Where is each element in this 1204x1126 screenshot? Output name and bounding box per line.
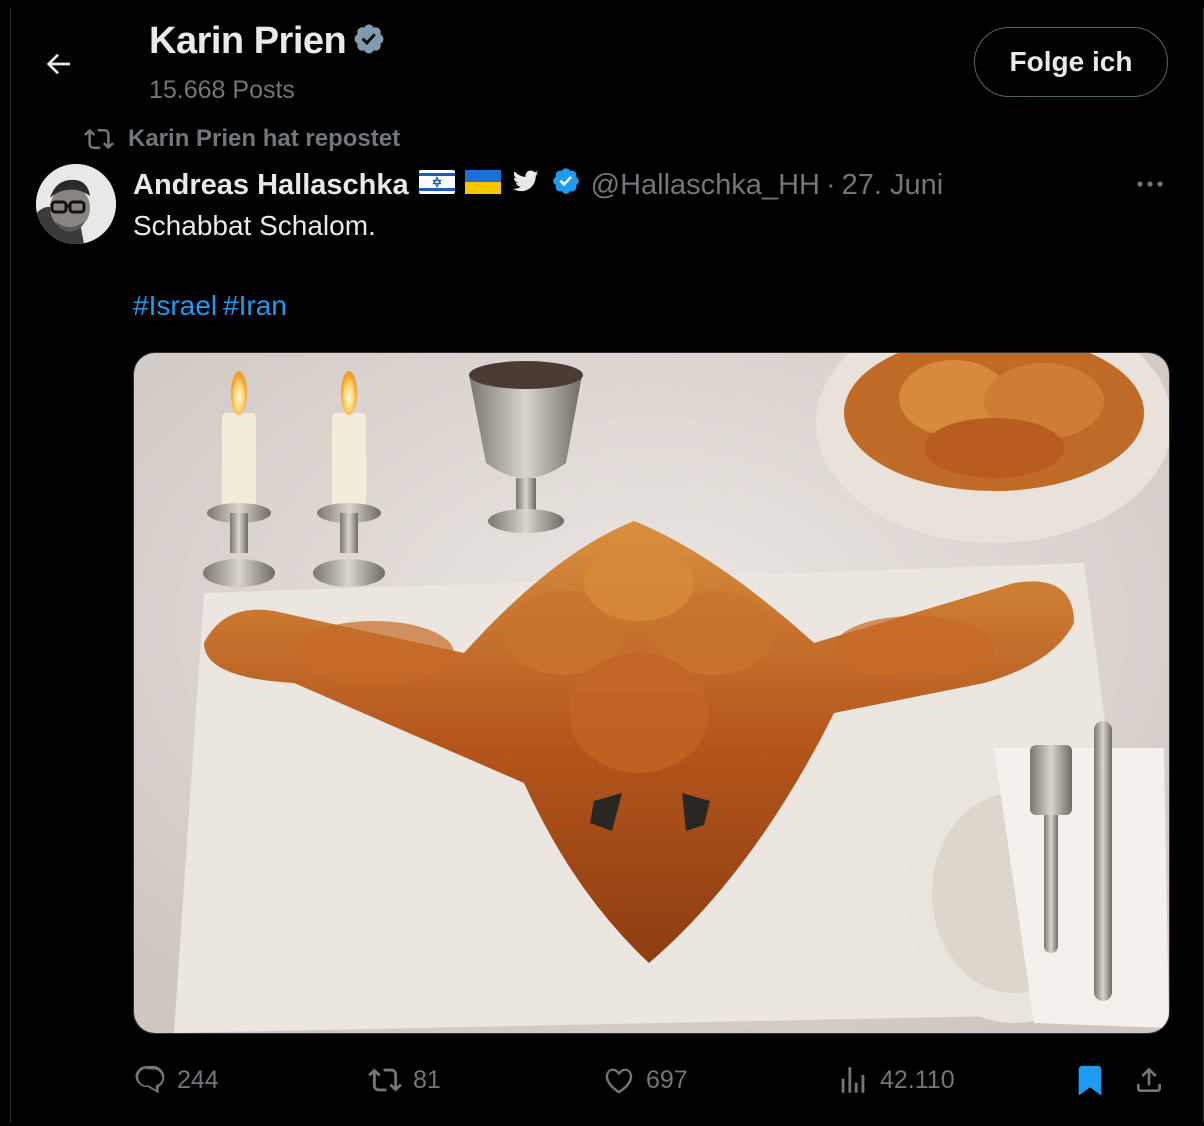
share-icon (1137, 1067, 1161, 1092)
author-avatar[interactable] (36, 164, 116, 244)
views-button[interactable]: 42.110 (836, 1058, 955, 1102)
posts-count: 15.668 Posts (149, 76, 295, 104)
profile-name: Karin Prien (149, 20, 347, 62)
repost-icon (368, 1068, 402, 1092)
bookmark-icon (1078, 1065, 1102, 1096)
bird-icon (511, 168, 541, 202)
challah-photo (134, 353, 1169, 1033)
hashtag-link[interactable]: #Iran (223, 290, 287, 321)
verified-badge-icon (352, 22, 386, 61)
tweet-action-bar: 244 81 697 42.110 (133, 1058, 1173, 1102)
like-icon (605, 1068, 633, 1094)
following-button[interactable]: Folge ich (974, 27, 1168, 97)
reply-icon (135, 1065, 165, 1094)
back-arrow-icon (46, 53, 70, 75)
like-button[interactable]: 697 (602, 1058, 688, 1102)
tweet-author-row: Andreas Hallaschka @Hallaschka_HH · 27. … (133, 166, 943, 204)
ukraine-flag-icon (464, 169, 501, 202)
views-count: 42.110 (880, 1065, 955, 1094)
tweet-hashtags: #Israel #Iran (133, 290, 293, 322)
hashtag-link[interactable]: #Israel (133, 290, 217, 321)
tweet-text: Schabbat Schalom. (133, 210, 376, 241)
repost-button[interactable]: 81 (367, 1058, 441, 1102)
repost-indicator[interactable]: Karin Prien hat repostet (84, 124, 400, 154)
author-handle[interactable]: @Hallaschka_HH (591, 169, 820, 202)
back-button[interactable] (36, 42, 80, 86)
views-icon (841, 1067, 865, 1093)
repost-count: 81 (413, 1065, 441, 1094)
more-options-button[interactable] (1128, 170, 1172, 198)
separator-dot: · (825, 168, 836, 201)
verified-badge-icon (551, 166, 581, 204)
profile-header: Karin Prien (149, 20, 386, 63)
share-button[interactable] (1133, 1058, 1175, 1102)
tweet-media-image[interactable] (133, 352, 1170, 1034)
author-name[interactable]: Andreas Hallaschka (133, 169, 409, 202)
repost-label: Karin Prien hat repostet (128, 125, 401, 152)
repost-icon (84, 128, 114, 150)
reply-button[interactable]: 244 (133, 1058, 219, 1102)
like-count: 697 (646, 1065, 688, 1094)
more-icon (1137, 181, 1163, 187)
tweet-date[interactable]: 27. Juni (842, 169, 944, 202)
israel-flag-icon (418, 169, 455, 202)
bookmark-button[interactable] (1073, 1058, 1117, 1102)
reply-count: 244 (177, 1065, 219, 1094)
